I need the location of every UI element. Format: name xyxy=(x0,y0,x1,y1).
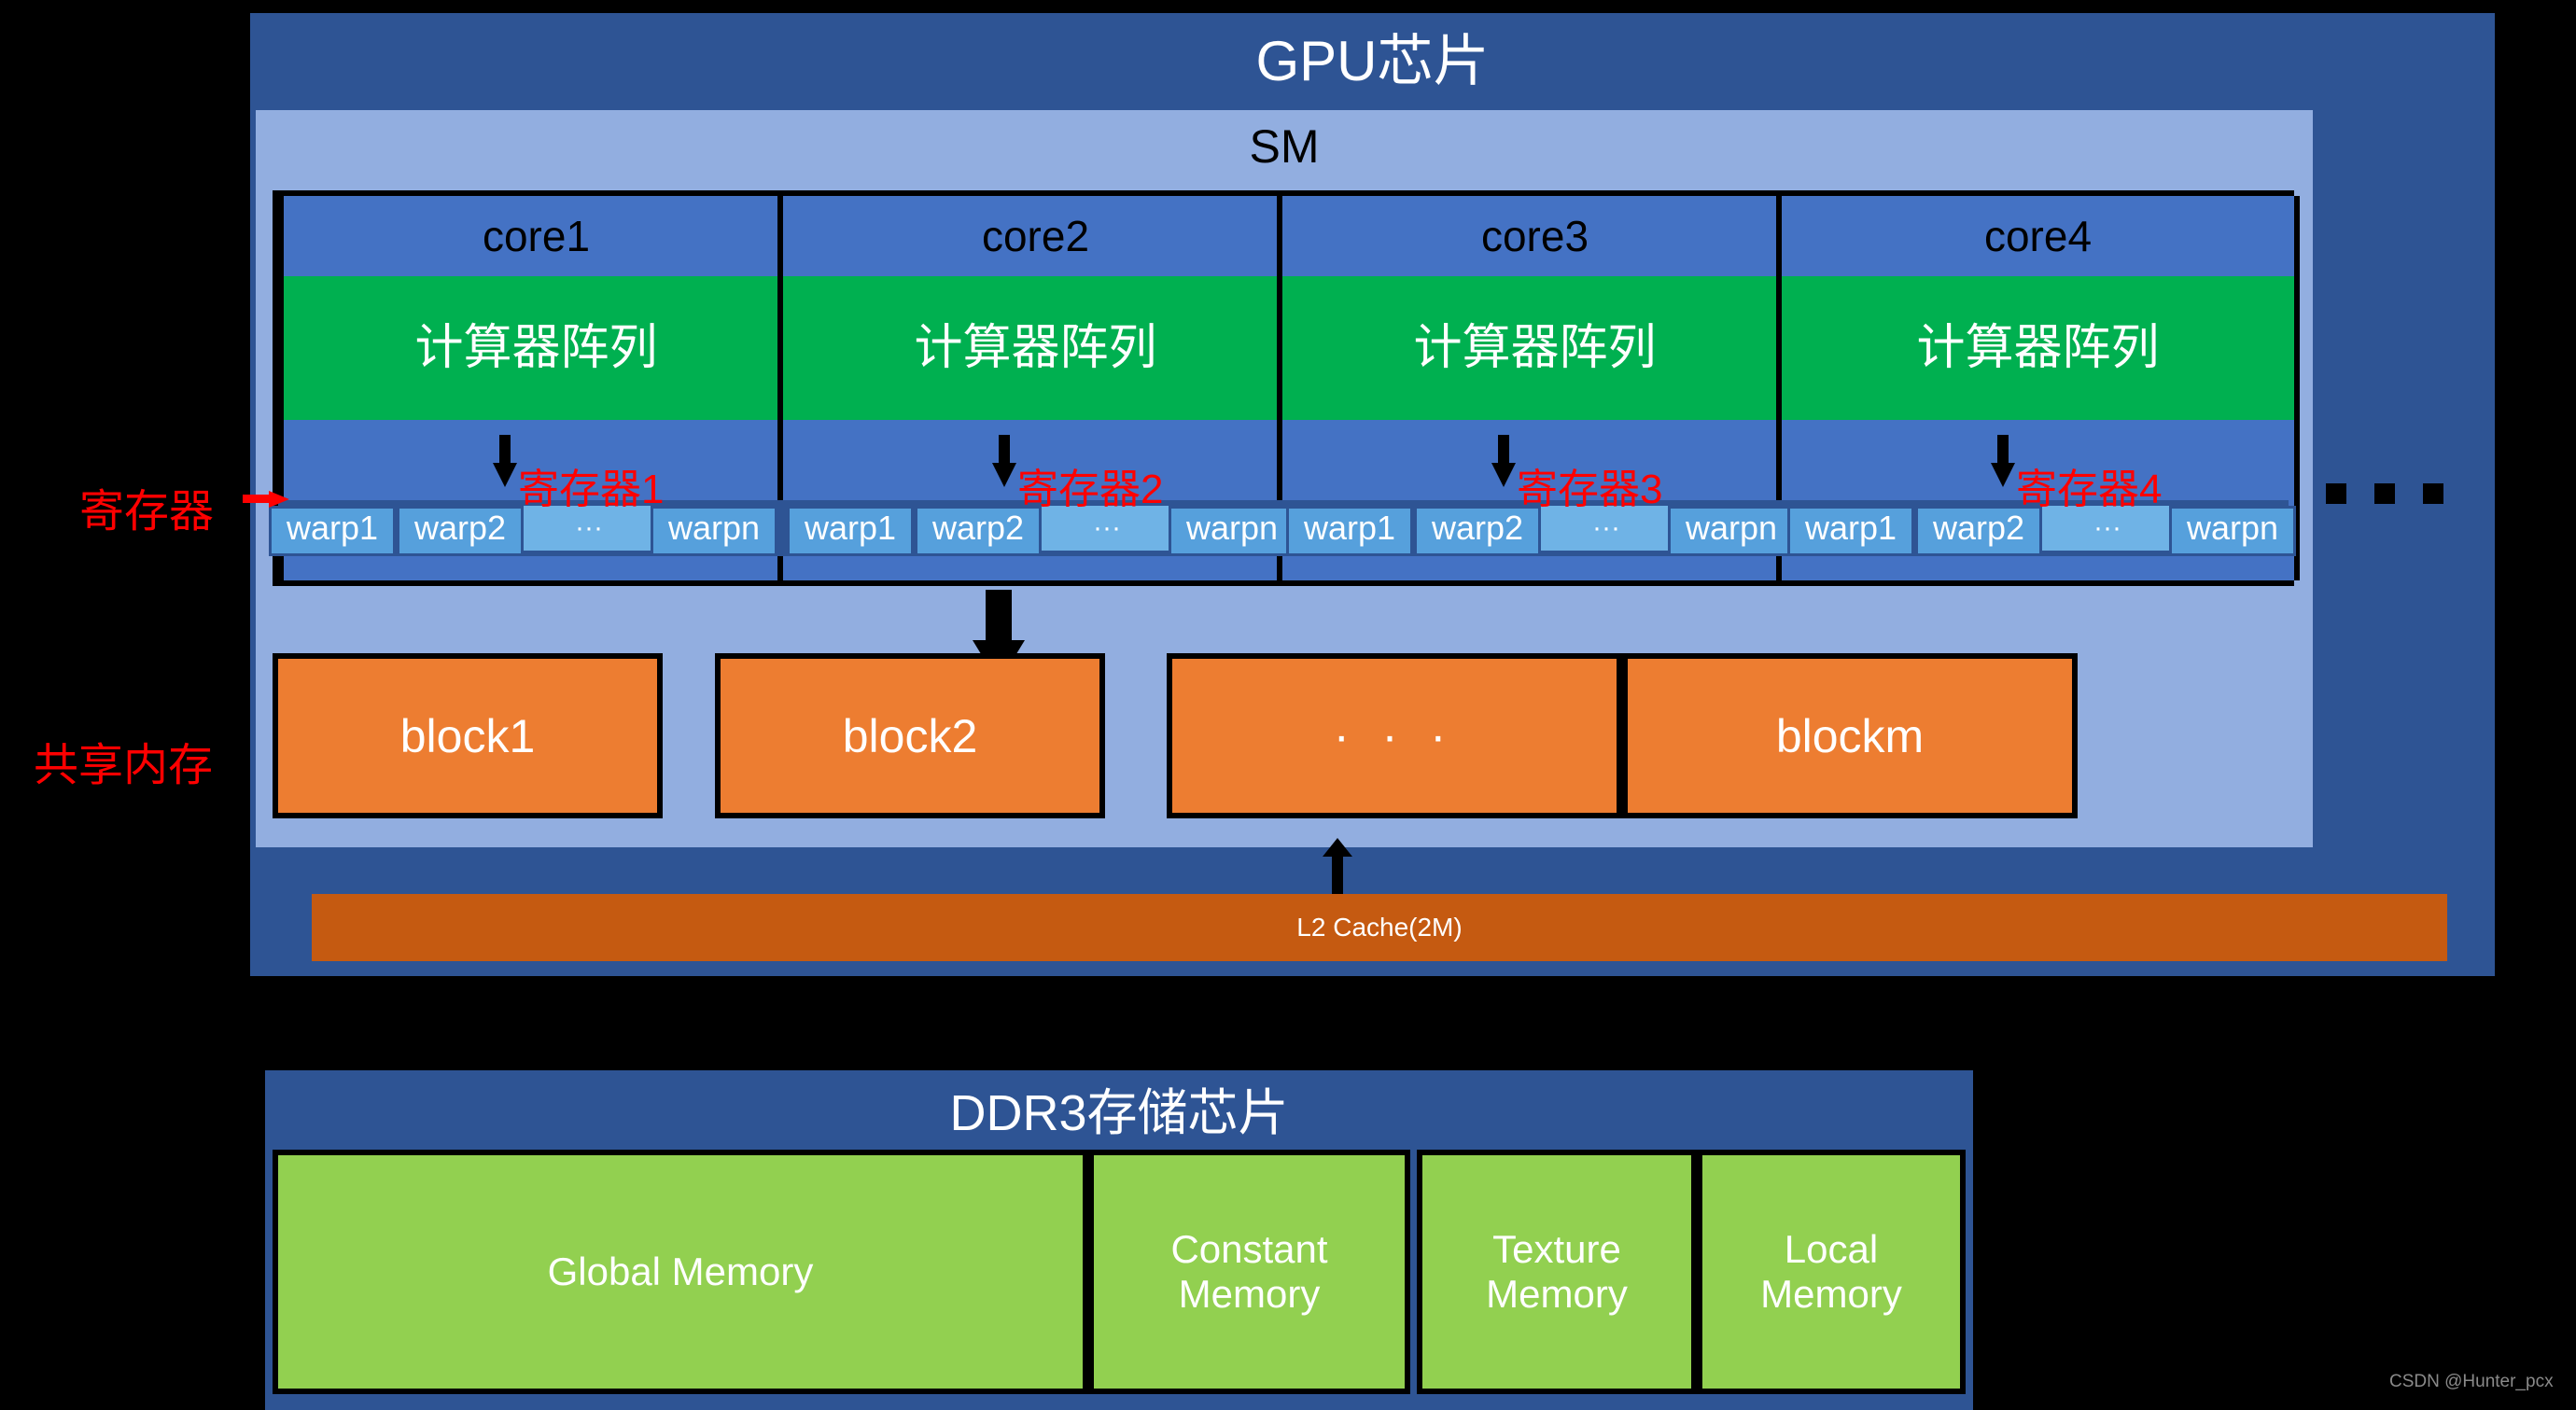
core-title-4: core4 xyxy=(1782,196,2294,276)
texture-memory-box[interactable]: Texture Memory xyxy=(1417,1150,1697,1394)
watermark: CSDN @Hunter_pcx xyxy=(2389,1372,2554,1391)
register-pointer-arrow-icon xyxy=(243,491,291,508)
warp-box-c4-w1[interactable]: warp1 xyxy=(1787,506,1914,556)
warp-box-c4-wn[interactable]: warpn xyxy=(2169,506,2296,556)
block-m[interactable]: blockm xyxy=(1622,653,2078,818)
warp-box-c3-wn[interactable]: warpn xyxy=(1668,506,1795,556)
compute-array-2: 计算器阵列 xyxy=(783,276,1288,420)
shared-memory-side-label: 共享内存 xyxy=(34,741,214,790)
warp-box-c1-w1[interactable]: warp1 xyxy=(269,506,396,556)
compute-array-1: 计算器阵列 xyxy=(284,276,789,420)
compute-array-4: 计算器阵列 xyxy=(1782,276,2294,420)
gpu-chip-title: GPU芯片 xyxy=(1255,30,1490,92)
warp-box-c1-wn[interactable]: warpn xyxy=(651,506,777,556)
constant-memory-box[interactable]: Constant Memory xyxy=(1088,1150,1410,1394)
more-cores-ellipsis xyxy=(2326,483,2466,511)
chip-link-line xyxy=(1339,976,1347,1070)
register-side-label: 寄存器 xyxy=(79,487,215,537)
local-memory-box[interactable]: Local Memory xyxy=(1697,1150,1966,1394)
warp-box-c3-w1[interactable]: warp1 xyxy=(1286,506,1413,556)
warp-box-c2-w1[interactable]: warp1 xyxy=(787,506,914,556)
global-memory-box[interactable]: Global Memory xyxy=(273,1150,1088,1394)
compute-array-3: 计算器阵列 xyxy=(1282,276,1787,420)
register-label-2: 寄存器2 xyxy=(1017,467,1164,512)
l2-cache-bar[interactable]: L2 Cache(2M) xyxy=(312,894,2447,961)
core-title-3: core3 xyxy=(1282,196,1787,276)
block-1[interactable]: block1 xyxy=(273,653,663,818)
register-label-4: 寄存器4 xyxy=(2016,467,2163,512)
ddr3-chip-title: DDR3存储芯片 xyxy=(949,1085,1289,1141)
register-label-3: 寄存器3 xyxy=(1517,467,1663,512)
cores-strip: core1 计算器阵列 core2 计算器阵列 core3 计算器阵列 core… xyxy=(269,190,2300,586)
core-title-1: core1 xyxy=(284,196,789,276)
core-title-2: core2 xyxy=(783,196,1288,276)
register-label-1: 寄存器1 xyxy=(518,467,665,512)
warp-box-c2-wn[interactable]: warpn xyxy=(1169,506,1295,556)
sm-title: SM xyxy=(1249,120,1320,173)
block-2[interactable]: block2 xyxy=(715,653,1105,818)
warp-box-c1-w2[interactable]: warp2 xyxy=(397,506,524,556)
block-ellipsis: · · · xyxy=(1167,653,1622,818)
